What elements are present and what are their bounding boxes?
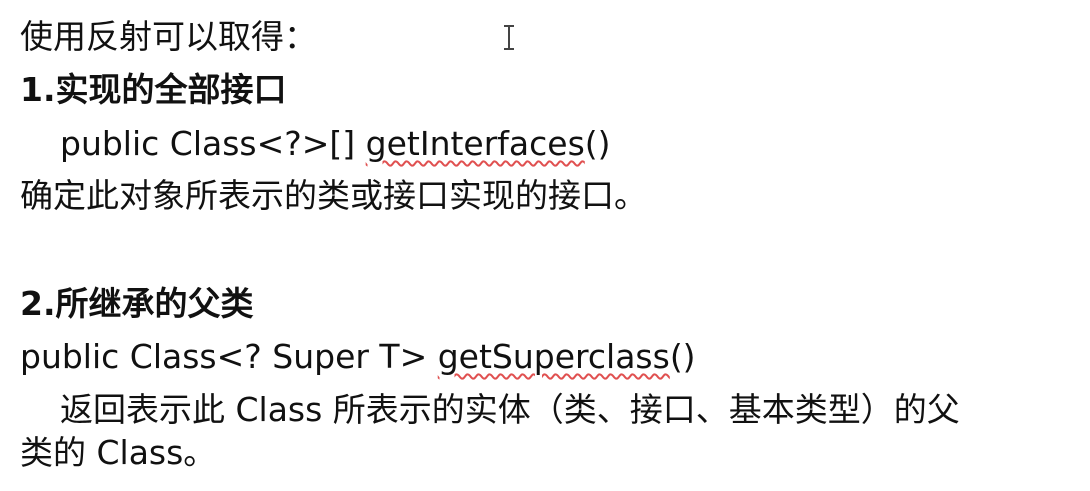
description-superclass-line2: 类的 Class。	[20, 433, 217, 472]
code-prefix: public Class<? Super T>	[20, 337, 438, 376]
description-interfaces: 确定此对象所表示的类或接口实现的接口。	[20, 176, 647, 215]
intro-text: 使用反射可以取得：	[20, 17, 317, 56]
method-name-get-interfaces: getInterfaces	[365, 124, 585, 163]
description-superclass-line1: 返回表示此 Class 所表示的实体（类、接口、基本类型）的父	[60, 390, 960, 429]
text-cursor-icon	[503, 24, 515, 50]
heading-interfaces: 1.实现的全部接口	[20, 70, 287, 109]
code-suffix: ()	[584, 124, 611, 163]
code-prefix: public Class<?>[]	[60, 124, 366, 163]
code-get-interfaces: public Class<?>[] getInterfaces()	[60, 124, 611, 164]
heading-superclass: 2.所继承的父类	[20, 284, 254, 323]
code-suffix: ()	[669, 337, 696, 376]
method-name-get-superclass: getSuperclass	[437, 337, 670, 376]
code-get-superclass: public Class<? Super T> getSuperclass()	[20, 337, 696, 377]
